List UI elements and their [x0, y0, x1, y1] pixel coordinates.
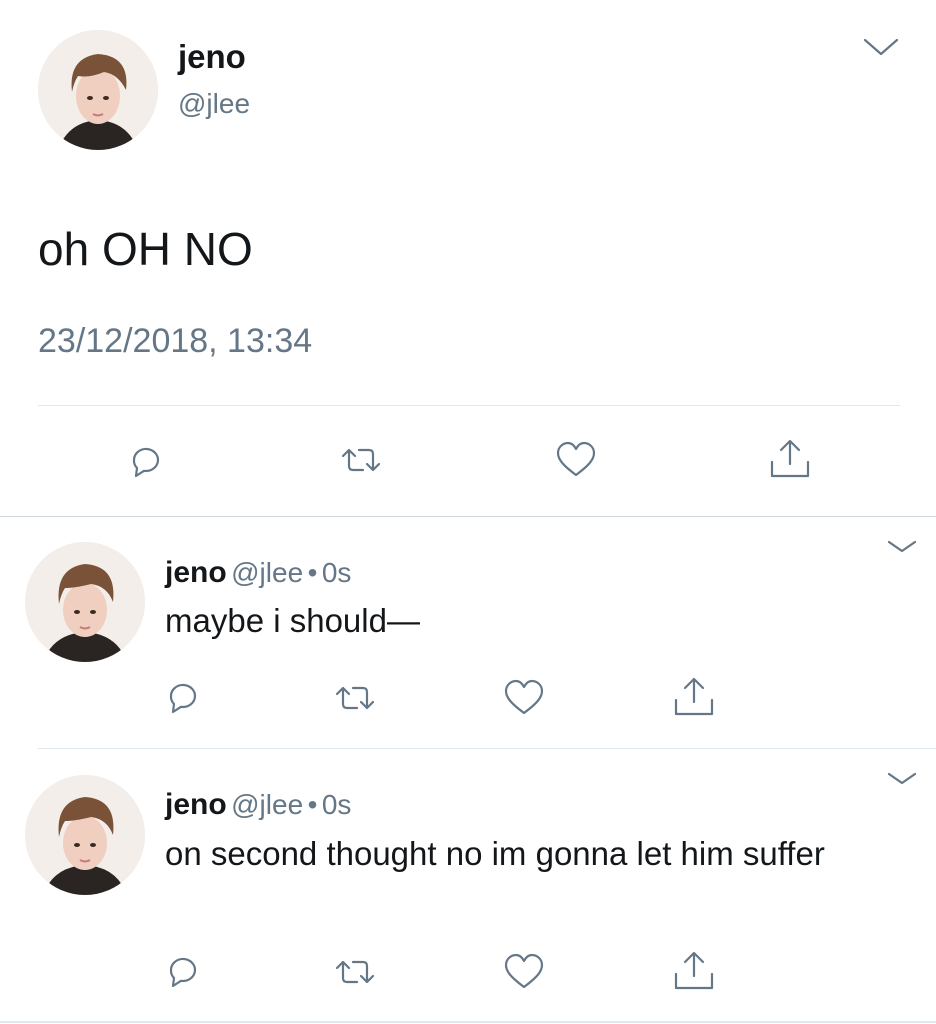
display-name[interactable]: jeno — [165, 556, 227, 589]
heart-icon — [504, 953, 544, 989]
chevron-down-icon[interactable] — [862, 36, 900, 60]
retweet-button[interactable] — [338, 440, 384, 480]
retweet-button[interactable] — [332, 678, 378, 718]
chevron-down-icon[interactable] — [886, 538, 918, 556]
separator-dot: • — [307, 557, 318, 588]
tweet-timestamp: 23/12/2018, 13:34 — [38, 322, 313, 360]
reply-icon — [132, 447, 160, 478]
avatar[interactable] — [38, 30, 158, 150]
avatar[interactable] — [25, 542, 145, 662]
reply-button[interactable] — [163, 676, 203, 716]
retweet-icon — [341, 448, 381, 472]
divider — [0, 516, 936, 517]
reply-icon — [169, 683, 197, 714]
share-button[interactable] — [768, 438, 812, 482]
reply-button[interactable] — [126, 440, 166, 480]
divider — [38, 405, 900, 406]
divider — [0, 1021, 936, 1023]
reply-time: 0s — [321, 789, 352, 820]
display-name[interactable]: jeno — [178, 38, 246, 76]
user-handle[interactable]: @jlee — [231, 557, 303, 588]
share-button[interactable] — [672, 950, 716, 994]
tweet-text: on second thought no im gonna let him su… — [165, 835, 825, 872]
reply-header: jeno @jlee • 0s — [165, 788, 351, 822]
separator-dot: • — [307, 789, 318, 820]
like-button[interactable] — [502, 952, 546, 992]
divider — [38, 748, 936, 749]
avatar[interactable] — [25, 775, 145, 895]
heart-icon — [556, 441, 596, 477]
reply-icon — [169, 957, 197, 988]
reply-button[interactable] — [163, 950, 203, 990]
user-handle[interactable]: @jlee — [231, 789, 303, 820]
retweet-icon — [335, 686, 375, 710]
heart-icon — [504, 679, 544, 715]
share-button[interactable] — [672, 676, 716, 720]
reply-header: jeno @jlee • 0s — [165, 556, 351, 590]
tweet-text: oh OH NO — [38, 223, 253, 275]
user-handle[interactable]: @jlee — [178, 88, 250, 120]
tweet-text: maybe i should— — [165, 602, 420, 639]
display-name[interactable]: jeno — [165, 788, 227, 821]
share-icon — [674, 677, 714, 716]
retweet-button[interactable] — [332, 952, 378, 992]
retweet-icon — [335, 960, 375, 984]
share-icon — [674, 951, 714, 990]
chevron-down-icon[interactable] — [886, 770, 918, 788]
like-button[interactable] — [502, 678, 546, 718]
reply-time: 0s — [321, 557, 352, 588]
like-button[interactable] — [554, 440, 598, 480]
share-icon — [770, 439, 810, 478]
